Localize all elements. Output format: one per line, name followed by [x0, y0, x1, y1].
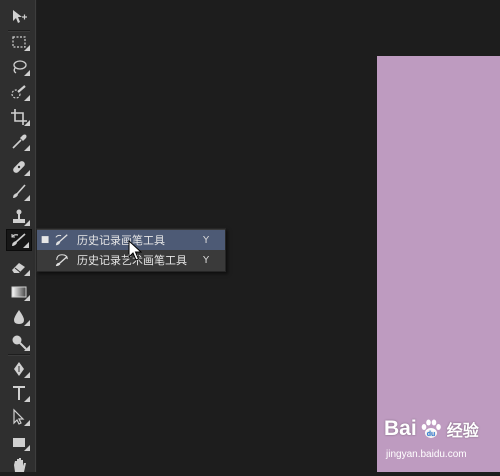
clone-stamp-tool-button[interactable]	[6, 206, 32, 228]
shortcut-key: Y	[203, 234, 210, 246]
path-select-tool-button[interactable]	[6, 406, 32, 428]
toolbar-separator	[8, 354, 30, 356]
baidu-jingyan-watermark: Bai du 经验 jingyan.baidu.com	[378, 415, 498, 465]
mouse-cursor-icon	[128, 240, 142, 261]
hand-tool-button[interactable]	[6, 454, 32, 476]
quick-select-tool-button[interactable]	[6, 81, 32, 103]
shape-tool-button[interactable]	[6, 431, 32, 453]
move-tool-button[interactable]	[6, 6, 32, 28]
brush-tool-button[interactable]	[6, 181, 32, 203]
hand-icon	[14, 458, 26, 472]
eyedropper-tool-button[interactable]	[6, 131, 32, 153]
baidu-logo: Bai du 经验	[384, 417, 479, 440]
svg-text:du: du	[426, 431, 435, 438]
tools-panel	[0, 0, 37, 472]
blur-tool-button[interactable]	[6, 306, 32, 328]
eraser-tool-button[interactable]	[6, 256, 32, 278]
watermark-url: jingyan.baidu.com	[386, 449, 467, 460]
crop-tool-button[interactable]	[6, 106, 32, 128]
art-history-brush-icon	[53, 252, 71, 268]
dodge-tool-button[interactable]	[6, 331, 32, 353]
shortcut-key: Y	[203, 254, 210, 266]
baidu-paw-icon: du	[421, 419, 441, 438]
gradient-tool-button[interactable]	[6, 281, 32, 303]
selected-bullet-icon: ■	[40, 235, 50, 245]
marquee-tool-button[interactable]	[6, 31, 32, 53]
history-brush-tool-button[interactable]	[6, 229, 32, 251]
pen-tool-button[interactable]	[6, 358, 32, 380]
move-icon	[13, 10, 27, 23]
healing-brush-tool-button[interactable]	[6, 156, 32, 178]
history-brush-icon	[53, 232, 71, 248]
type-tool-button[interactable]	[6, 382, 32, 404]
lasso-tool-button[interactable]	[6, 56, 32, 78]
document-canvas[interactable]	[377, 56, 500, 472]
